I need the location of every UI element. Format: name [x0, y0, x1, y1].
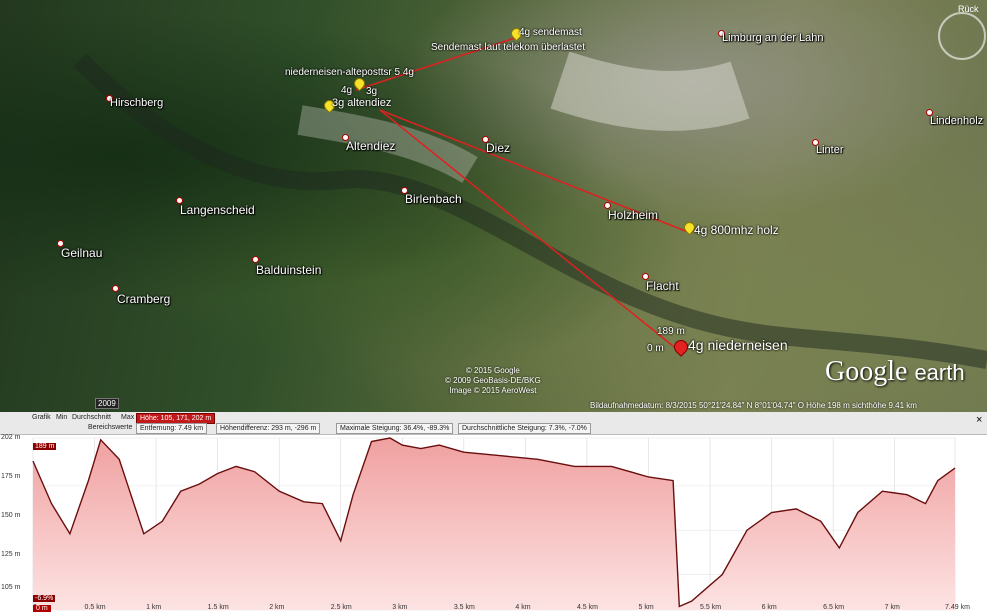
x-tick-label: 4 km	[515, 604, 531, 611]
x-tick-label: 4.5 km	[576, 604, 598, 611]
max-elevation-flag: 189 m	[33, 443, 57, 450]
grade-flag: -6.9%	[33, 595, 56, 602]
max-toggle[interactable]: Max	[121, 414, 134, 421]
elevation-marker-max: 189 m	[657, 326, 685, 337]
copyright-line: © 2009 GeoBasis-DE/BKG	[445, 376, 541, 385]
elevation-area	[33, 438, 955, 610]
y-tick-label: 125 m	[1, 551, 21, 558]
elevation-header: Grafik Min Durchschnitt Max Höhe: 105, 1…	[0, 412, 987, 435]
x-tick-label: 6.5 km	[823, 604, 845, 611]
hoehendifferenz-box: Höhendifferenz: 293 m, -296 m	[216, 423, 321, 434]
x-tick-label: 3.5 km	[453, 604, 475, 611]
close-icon[interactable]: ×	[976, 414, 982, 426]
x-tick-label: 0.5 km	[84, 604, 106, 611]
place-label-altendiez[interactable]: Altendiez	[346, 139, 395, 153]
satellite-map[interactable]: Hirschberg Altendiez Diez Birlenbach Lan…	[0, 0, 987, 412]
x-tick-label: 2 km	[269, 604, 285, 611]
grafik-label: Grafik	[32, 414, 51, 421]
min-toggle[interactable]: Min	[56, 414, 67, 421]
x-tick-label: 2.5 km	[330, 604, 352, 611]
y-tick-label: 202 m	[1, 434, 21, 441]
place-label-geilnau[interactable]: Geilnau	[61, 246, 102, 260]
pin-label-4g-niederneisen[interactable]: 4g niederneisen	[688, 337, 788, 353]
place-label-lindenholz[interactable]: Lindenholz	[930, 115, 983, 127]
avg-steigung-box: Durchschnittliche Steigung: 7.3%, -7.0%	[458, 423, 591, 434]
y-tick-label: 105 m	[1, 584, 21, 591]
pin-label-3g[interactable]: 3g	[366, 86, 377, 97]
map-overlay	[73, 37, 987, 369]
x-tick-label: 5 km	[638, 604, 654, 611]
pin-label-4g-800mhz[interactable]: 4g 800mhz holz	[694, 223, 779, 237]
compass-icon[interactable]	[938, 12, 986, 60]
x-tick-label: 5.5 km	[700, 604, 722, 611]
status-bar: Bildaufnahmedatum: 8/3/2015 50°21'24.84"…	[590, 401, 917, 410]
x-tick-label: 7 km	[884, 604, 900, 611]
yellow-pin-icon[interactable]	[351, 75, 368, 92]
pin-label-4g[interactable]: 4g	[341, 85, 352, 96]
elevation-chart[interactable]	[0, 434, 987, 616]
google-earth-logo: Google earth	[825, 356, 965, 388]
elevation-marker-zero: 0 m	[647, 343, 664, 354]
place-label-holzheim[interactable]: Holzheim	[608, 208, 658, 222]
pin-label-sendemast-ueberlastet: Sendemast laut telekom überlastet	[431, 42, 585, 53]
copyright-line: © 2015 Google	[465, 366, 520, 375]
place-label-cramberg[interactable]: Cramberg	[117, 292, 170, 306]
place-label-balduinstein[interactable]: Balduinstein	[256, 263, 321, 277]
pin-label-alteposttsr[interactable]: niederneisen-alteposttsr 5 4g	[285, 67, 414, 78]
copyright-notice: © 2015 Google © 2009 GeoBasis-DE/BKG Ima…	[445, 366, 541, 396]
place-marker[interactable]	[252, 256, 259, 263]
x-tick-label: 6 km	[761, 604, 777, 611]
copyright-line: Image © 2015 AeroWest	[449, 386, 537, 395]
place-label-flacht[interactable]: Flacht	[646, 279, 679, 293]
x-tick-label: 7.49 km	[945, 604, 970, 611]
y-tick-label: 150 m	[1, 512, 21, 519]
historical-imagery-year[interactable]: 2009	[95, 398, 119, 409]
pin-label-4g-sendemast[interactable]: 4g sendemast	[519, 27, 582, 38]
yellow-pin-icon[interactable]	[681, 219, 698, 236]
elevation-profile-panel[interactable]: Grafik Min Durchschnitt Max Höhe: 105, 1…	[0, 412, 987, 616]
place-label-limburg[interactable]: Limburg an der Lahn	[722, 32, 824, 44]
pin-label-3g-altendiez[interactable]: 3g altendiez	[332, 97, 391, 109]
start-distance-flag: 0 m	[33, 605, 51, 612]
x-tick-label: 1 km	[146, 604, 162, 611]
bereichswerte-label: Bereichswerte	[88, 424, 133, 431]
red-pin-icon[interactable]	[671, 337, 691, 357]
route-line-niederneisen	[379, 109, 679, 351]
logo-sub: earth	[914, 360, 965, 385]
y-tick-label: 175 m	[1, 473, 21, 480]
place-label-diez[interactable]: Diez	[486, 141, 510, 155]
max-steigung-box: Maximale Steigung: 36.4%, -89.3%	[336, 423, 454, 434]
logo-main: Google	[825, 356, 908, 387]
place-marker[interactable]	[112, 285, 119, 292]
x-tick-label: 1.5 km	[207, 604, 229, 611]
entfernung-box: Entfernung: 7.49 km	[136, 423, 208, 434]
x-tick-label: 3 km	[392, 604, 408, 611]
place-label-langenscheid[interactable]: Langenscheid	[180, 203, 255, 217]
avg-toggle[interactable]: Durchschnitt	[72, 414, 111, 421]
place-label-birlenbach[interactable]: Birlenbach	[405, 192, 462, 206]
place-label-hirschberg[interactable]: Hirschberg	[110, 97, 163, 109]
place-label-linter[interactable]: Linter	[816, 144, 844, 156]
